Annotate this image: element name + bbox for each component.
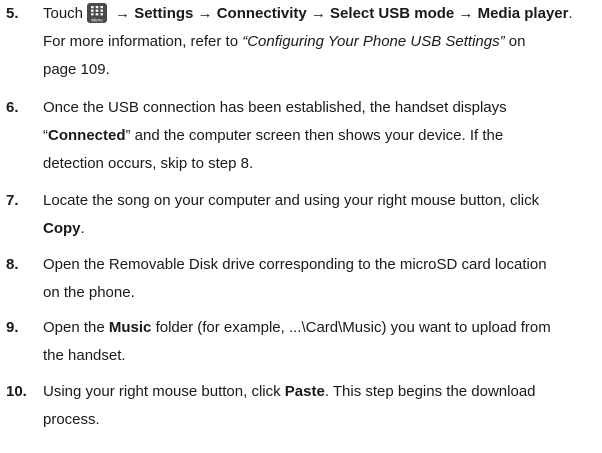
line-text: . This step begins the download bbox=[324, 383, 536, 400]
step-line: the handset. bbox=[43, 347, 126, 364]
step-text: Locate the song on your computer and usi… bbox=[43, 187, 598, 243]
menu-icon-label: Menu bbox=[91, 17, 103, 22]
step-line: page 109. bbox=[43, 56, 598, 84]
step-text: Once the USB connection has been establi… bbox=[43, 94, 598, 178]
step-number: 10. bbox=[6, 383, 27, 400]
step-line: “Connected” and the computer screen then… bbox=[43, 122, 598, 150]
line-text: folder (for example, ...\Card\Music) you… bbox=[151, 319, 551, 336]
instruction-page: 5. Touch Menu → Settings → Connectivity … bbox=[0, 0, 602, 453]
copy-command: Copy bbox=[43, 220, 81, 237]
menu-icon: Menu bbox=[87, 3, 108, 23]
step-line: Open the Removable Disk drive correspond… bbox=[43, 256, 547, 273]
info-pre: For more information, refer to bbox=[43, 33, 243, 50]
step-line: detection occurs, skip to step 8. bbox=[43, 155, 254, 172]
touch-word: Touch bbox=[43, 5, 84, 22]
step-line: Open the Music folder (for example, ...\… bbox=[43, 314, 598, 342]
cross-reference: “Configuring Your Phone USB Settings” bbox=[242, 33, 505, 50]
step-line: For more information, refer to “Configur… bbox=[43, 28, 598, 56]
step-number: 9. bbox=[6, 319, 19, 336]
step-text: Open the Removable Disk drive correspond… bbox=[43, 251, 598, 307]
info-mid: on bbox=[504, 33, 526, 50]
step-number: 8. bbox=[6, 256, 19, 273]
line-text: ” and the computer screen then shows you… bbox=[125, 127, 504, 144]
paste-command: Paste bbox=[284, 383, 325, 400]
step-line: Copy. bbox=[43, 215, 598, 243]
music-folder: Music bbox=[108, 319, 152, 336]
step-text: Open the Music folder (for example, ...\… bbox=[43, 314, 598, 370]
menu-path: → Settings → Connectivity → Select USB m… bbox=[115, 5, 569, 22]
line-text: Using your right mouse button, click bbox=[43, 383, 285, 400]
line-text: . bbox=[80, 220, 85, 237]
page-reference: page 109. bbox=[43, 61, 110, 78]
path-end: . bbox=[568, 5, 573, 22]
step-line: Locate the song on your computer and usi… bbox=[43, 192, 540, 209]
connected-status: Connected bbox=[48, 127, 126, 144]
step-number: 5. bbox=[6, 5, 19, 22]
step-line: Touch Menu → Settings → Connectivity → S… bbox=[43, 0, 598, 28]
step-number: 6. bbox=[6, 99, 19, 116]
step-line: process. bbox=[43, 411, 100, 428]
step-line: Once the USB connection has been establi… bbox=[43, 99, 507, 116]
step-text: Using your right mouse button, click Pas… bbox=[43, 378, 598, 434]
step-line: Using your right mouse button, click Pas… bbox=[43, 378, 598, 406]
step-number: 7. bbox=[6, 192, 19, 209]
line-text: Open the bbox=[43, 319, 109, 336]
step-line: on the phone. bbox=[43, 284, 135, 301]
step-text: Touch Menu → Settings → Connectivity → S… bbox=[43, 0, 598, 84]
